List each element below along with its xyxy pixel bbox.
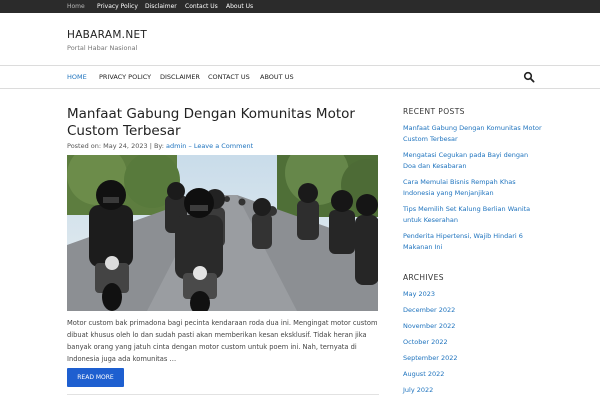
topbar-link-about-us[interactable]: About Us (226, 3, 253, 10)
nav-item-privacy-policy[interactable]: PRIVACY POLICY (99, 73, 151, 81)
nav-item-home[interactable]: HOME (67, 73, 87, 81)
main-navigation: HOME PRIVACY POLICY DISCLAIMER CONTACT U… (0, 65, 600, 89)
divider (67, 394, 379, 395)
read-more-button[interactable]: READ MORE (67, 368, 124, 387)
post-title[interactable]: Manfaat Gabung Dengan Komunitas Motor Cu… (67, 106, 387, 140)
post-author-link[interactable]: admin (166, 142, 186, 150)
nav-item-disclaimer[interactable]: DISCLAIMER (160, 73, 200, 81)
list-item: May 2023 (403, 289, 543, 300)
list-item: Manfaat Gabung Dengan Komunitas Motor Cu… (403, 123, 543, 145)
archive-link[interactable]: August 2022 (403, 370, 444, 378)
post-meta: Posted on: May 24, 2023 | By: admin – Le… (67, 142, 253, 150)
search-icon[interactable] (523, 71, 535, 83)
list-item: September 2022 (403, 353, 543, 364)
archives-list: May 2023 December 2022 November 2022 Oct… (403, 289, 543, 400)
site-title[interactable]: HABARAM.NET (67, 29, 147, 41)
recent-posts-list: Manfaat Gabung Dengan Komunitas Motor Cu… (403, 123, 543, 258)
archive-link[interactable]: May 2023 (403, 290, 435, 298)
recent-post-link[interactable]: Manfaat Gabung Dengan Komunitas Motor Cu… (403, 124, 542, 143)
archive-link[interactable]: November 2022 (403, 322, 455, 330)
nav-item-about-us[interactable]: ABOUT US (260, 73, 294, 81)
featured-image-motorcycle-riders[interactable] (67, 155, 378, 311)
archive-link[interactable]: October 2022 (403, 338, 448, 346)
recent-post-link[interactable]: Tips Memilih Set Kalung Berlian Wanita u… (403, 205, 530, 224)
recent-posts-title: RECENT POSTS (403, 107, 465, 116)
list-item: November 2022 (403, 321, 543, 332)
topbar-link-contact-us[interactable]: Contact Us (185, 3, 218, 10)
site-description: Portal Habar Nasional (67, 44, 138, 52)
nav-item-contact-us[interactable]: CONTACT US (208, 73, 250, 81)
topbar-link-privacy-policy[interactable]: Privacy Policy (97, 3, 138, 10)
archives-title: ARCHIVES (403, 273, 444, 282)
post-date-link[interactable]: May 24, 2023 (103, 142, 147, 150)
topbar-link-disclaimer[interactable]: Disclaimer (145, 3, 177, 10)
leave-comment-link[interactable]: – Leave a Comment (189, 142, 254, 150)
list-item: Cara Memulai Bisnis Rempah Khas Indonesi… (403, 177, 543, 199)
archive-link[interactable]: September 2022 (403, 354, 458, 362)
list-item: October 2022 (403, 337, 543, 348)
list-item: December 2022 (403, 305, 543, 316)
meta-by-label: | By: (149, 142, 164, 150)
list-item: July 2022 (403, 385, 543, 396)
recent-post-link[interactable]: Mengatasi Cegukan pada Bayi dengan Doa d… (403, 151, 528, 170)
list-item: Mengatasi Cegukan pada Bayi dengan Doa d… (403, 150, 543, 172)
archive-link[interactable]: July 2022 (403, 386, 433, 394)
list-item: Tips Memilih Set Kalung Berlian Wanita u… (403, 204, 543, 226)
list-item: August 2022 (403, 369, 543, 380)
recent-post-link[interactable]: Penderita Hipertensi, Wajib Hindari 6 Ma… (403, 232, 523, 251)
archive-link[interactable]: December 2022 (403, 306, 455, 314)
top-bar: Home Privacy Policy Disclaimer Contact U… (0, 0, 600, 13)
list-item: Penderita Hipertensi, Wajib Hindari 6 Ma… (403, 231, 543, 253)
post-excerpt: Motor custom bak primadona bagi pecinta … (67, 319, 378, 363)
meta-prefix: Posted on: (67, 142, 102, 150)
recent-post-link[interactable]: Cara Memulai Bisnis Rempah Khas Indonesi… (403, 178, 516, 197)
topbar-link-home[interactable]: Home (67, 3, 85, 10)
